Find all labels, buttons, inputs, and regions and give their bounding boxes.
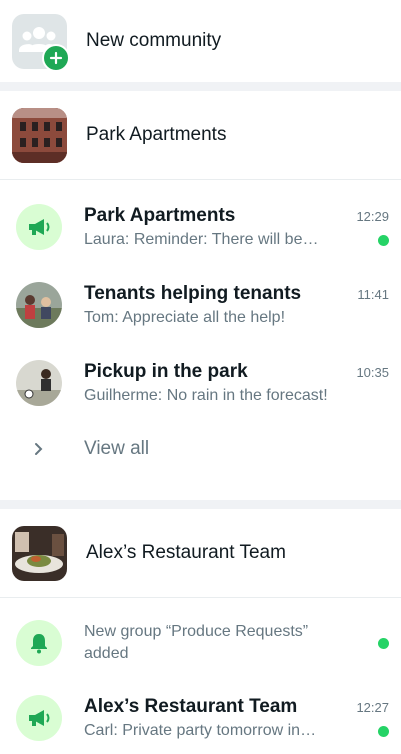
chat-time: 11:41	[357, 287, 389, 302]
community-photo	[12, 525, 67, 581]
new-community-section: New community	[0, 0, 401, 82]
community-photo	[12, 107, 67, 163]
unread-indicator	[378, 234, 389, 246]
view-all-row[interactable]: View all	[0, 422, 401, 476]
new-community-label: New community	[86, 30, 222, 51]
chat-name: Pickup in the park	[84, 361, 248, 382]
megaphone-icon	[16, 695, 62, 741]
chat-text: Tenants helping tenants 11:41 Tom: Appre…	[84, 283, 389, 327]
chat-row[interactable]: Pickup in the park 10:35 Guilherme: No r…	[0, 344, 401, 422]
chat-time: 10:35	[356, 365, 389, 380]
notice-text: New group “Produce Requests” added	[84, 621, 389, 665]
community-name: Alex’s Restaurant Team	[86, 542, 286, 563]
community-name: Park Apartments	[86, 124, 227, 145]
section-gap	[0, 500, 401, 509]
community-header[interactable]: Park Apartments	[0, 91, 401, 179]
new-community-row[interactable]: New community	[0, 0, 401, 82]
chat-preview: Tom: Appreciate all the help!	[84, 309, 286, 326]
chat-row[interactable]: Tenants helping tenants 11:41 Tom: Appre…	[0, 266, 401, 344]
chat-time: 12:29	[356, 209, 389, 224]
chat-name: Alex’s Restaurant Team	[84, 696, 298, 717]
chat-text: Alex’s Restaurant Team 12:27 Carl: Priva…	[84, 696, 389, 740]
chat-time: 12:27	[356, 700, 389, 715]
plus-badge-icon	[42, 43, 70, 72]
section-gap	[0, 82, 401, 91]
chat-text: Pickup in the park 10:35 Guilherme: No r…	[84, 361, 389, 405]
chat-text: Park Apartments 12:29 Laura: Reminder: T…	[84, 205, 389, 249]
unread-indicator	[378, 637, 389, 649]
notice-message: New group “Produce Requests” added	[84, 623, 309, 662]
megaphone-icon	[16, 204, 62, 250]
unread-indicator	[378, 725, 389, 737]
community-header[interactable]: Alex’s Restaurant Team	[0, 509, 401, 597]
chevron-right-icon	[16, 442, 62, 456]
chat-row[interactable]: Alex’s Restaurant Team 12:27 Carl: Priva…	[0, 682, 401, 754]
community-alexs-restaurant: Alex’s Restaurant Team New group “Produc…	[0, 509, 401, 754]
bell-icon	[16, 620, 62, 666]
group-photo	[16, 282, 62, 328]
chat-preview: Guilherme: No rain in the forecast!	[84, 387, 328, 404]
view-all-label: View all	[84, 438, 150, 459]
chat-name: Tenants helping tenants	[84, 283, 302, 304]
chat-preview: Carl: Private party tomorrow in…	[84, 722, 317, 739]
chat-row[interactable]: Park Apartments 12:29 Laura: Reminder: T…	[0, 188, 401, 266]
community-park-apartments: Park Apartments Park Apartments 12:29 La…	[0, 91, 401, 500]
community-placeholder-avatar	[12, 13, 70, 72]
chat-preview: Laura: Reminder: There will be…	[84, 231, 319, 248]
group-added-notice[interactable]: New group “Produce Requests” added	[0, 604, 401, 682]
group-photo	[16, 360, 62, 406]
chat-name: Park Apartments	[84, 205, 236, 226]
